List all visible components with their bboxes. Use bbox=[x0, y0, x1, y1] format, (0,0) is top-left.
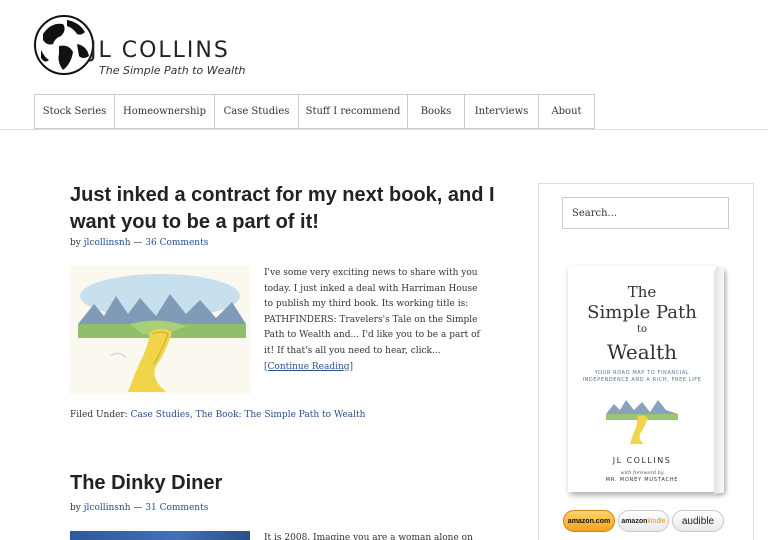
book-spine bbox=[714, 268, 724, 494]
book-title-line: Wealth bbox=[607, 340, 677, 364]
book-author: JL COLLINS bbox=[612, 456, 672, 465]
audible-button[interactable]: audible bbox=[672, 510, 724, 532]
book-cover[interactable]: The Simple Path to Wealth YOUR ROAD MAP … bbox=[568, 266, 716, 492]
filed-under-label: Filed Under: bbox=[70, 410, 128, 420]
post-byline: by jlcollinsnh — 36 Comments bbox=[70, 238, 208, 248]
nav-item-case-studies[interactable]: Case Studies bbox=[215, 94, 299, 129]
site-title[interactable]: JL COLLINS bbox=[90, 38, 230, 63]
category-links[interactable]: Case Studies, The Book: The Simple Path … bbox=[131, 410, 366, 420]
book-title-line: The bbox=[627, 283, 657, 301]
book-title-line: Simple Path bbox=[587, 302, 697, 323]
kindle-button[interactable]: amazon kindle bbox=[618, 510, 669, 532]
kindle-suffix: kindle bbox=[647, 517, 666, 525]
byline-prefix: by bbox=[70, 238, 81, 248]
post-title[interactable]: Just inked a contract for my next book, … bbox=[70, 182, 500, 236]
nav-item-homeownership[interactable]: Homeownership bbox=[115, 94, 215, 129]
post-excerpt: It is 2008. Imagine you are a woman alon… bbox=[264, 533, 473, 540]
excerpt-text: I've some very exciting news to share wi… bbox=[264, 268, 480, 356]
byline-separator: — bbox=[133, 238, 143, 248]
byline-prefix: by bbox=[70, 503, 81, 513]
nav-item-about[interactable]: About bbox=[539, 94, 595, 129]
comments-link[interactable]: 31 Comments bbox=[145, 503, 208, 513]
search-input[interactable] bbox=[562, 197, 729, 229]
byline-separator: — bbox=[133, 503, 143, 513]
author-link[interactable]: jlcollinsnh bbox=[84, 503, 131, 513]
nav-item-interviews[interactable]: Interviews bbox=[465, 94, 539, 129]
main-nav: Stock Series Homeownership Case Studies … bbox=[34, 94, 595, 129]
book-title-line: to bbox=[636, 324, 648, 335]
post-byline: by jlcollinsnh — 31 Comments bbox=[70, 503, 208, 513]
post-thumbnail[interactable] bbox=[70, 531, 250, 540]
post-excerpt: I've some very exciting news to share wi… bbox=[264, 266, 480, 375]
store-buttons: amazon.com amazon kindle audible bbox=[563, 510, 724, 532]
nav-item-stuff-i-recommend[interactable]: Stuff I recommend bbox=[299, 94, 408, 129]
globe-logo-icon[interactable] bbox=[33, 14, 95, 76]
site-header: JL COLLINS The Simple Path to Wealth Sto… bbox=[0, 0, 768, 130]
post-title[interactable]: The Dinky Diner bbox=[70, 472, 222, 495]
book-subtitle: YOUR ROAD MAP TO FINANCIAL INDEPENDENCE … bbox=[582, 370, 702, 383]
path-illustration-icon bbox=[78, 274, 246, 392]
kindle-prefix: amazon bbox=[621, 517, 648, 525]
amazon-button[interactable]: amazon.com bbox=[563, 510, 615, 532]
book-foreword-author: MR. MONEY MUSTACHE bbox=[605, 477, 679, 483]
book-foreword-label: with foreword by bbox=[620, 470, 664, 476]
sidebar: The Simple Path to Wealth YOUR ROAD MAP … bbox=[538, 183, 754, 540]
nav-item-books[interactable]: Books bbox=[408, 94, 465, 129]
filed-under: Filed Under: Case Studies, The Book: The… bbox=[70, 410, 365, 420]
continue-reading-link[interactable]: [Continue Reading] bbox=[264, 362, 353, 372]
post-thumbnail[interactable] bbox=[70, 266, 250, 394]
path-illustration-icon bbox=[606, 400, 678, 444]
comments-link[interactable]: 36 Comments bbox=[145, 238, 208, 248]
site-tagline: The Simple Path to Wealth bbox=[99, 64, 246, 77]
author-link[interactable]: jlcollinsnh bbox=[84, 238, 131, 248]
nav-item-stock-series[interactable]: Stock Series bbox=[34, 94, 115, 129]
